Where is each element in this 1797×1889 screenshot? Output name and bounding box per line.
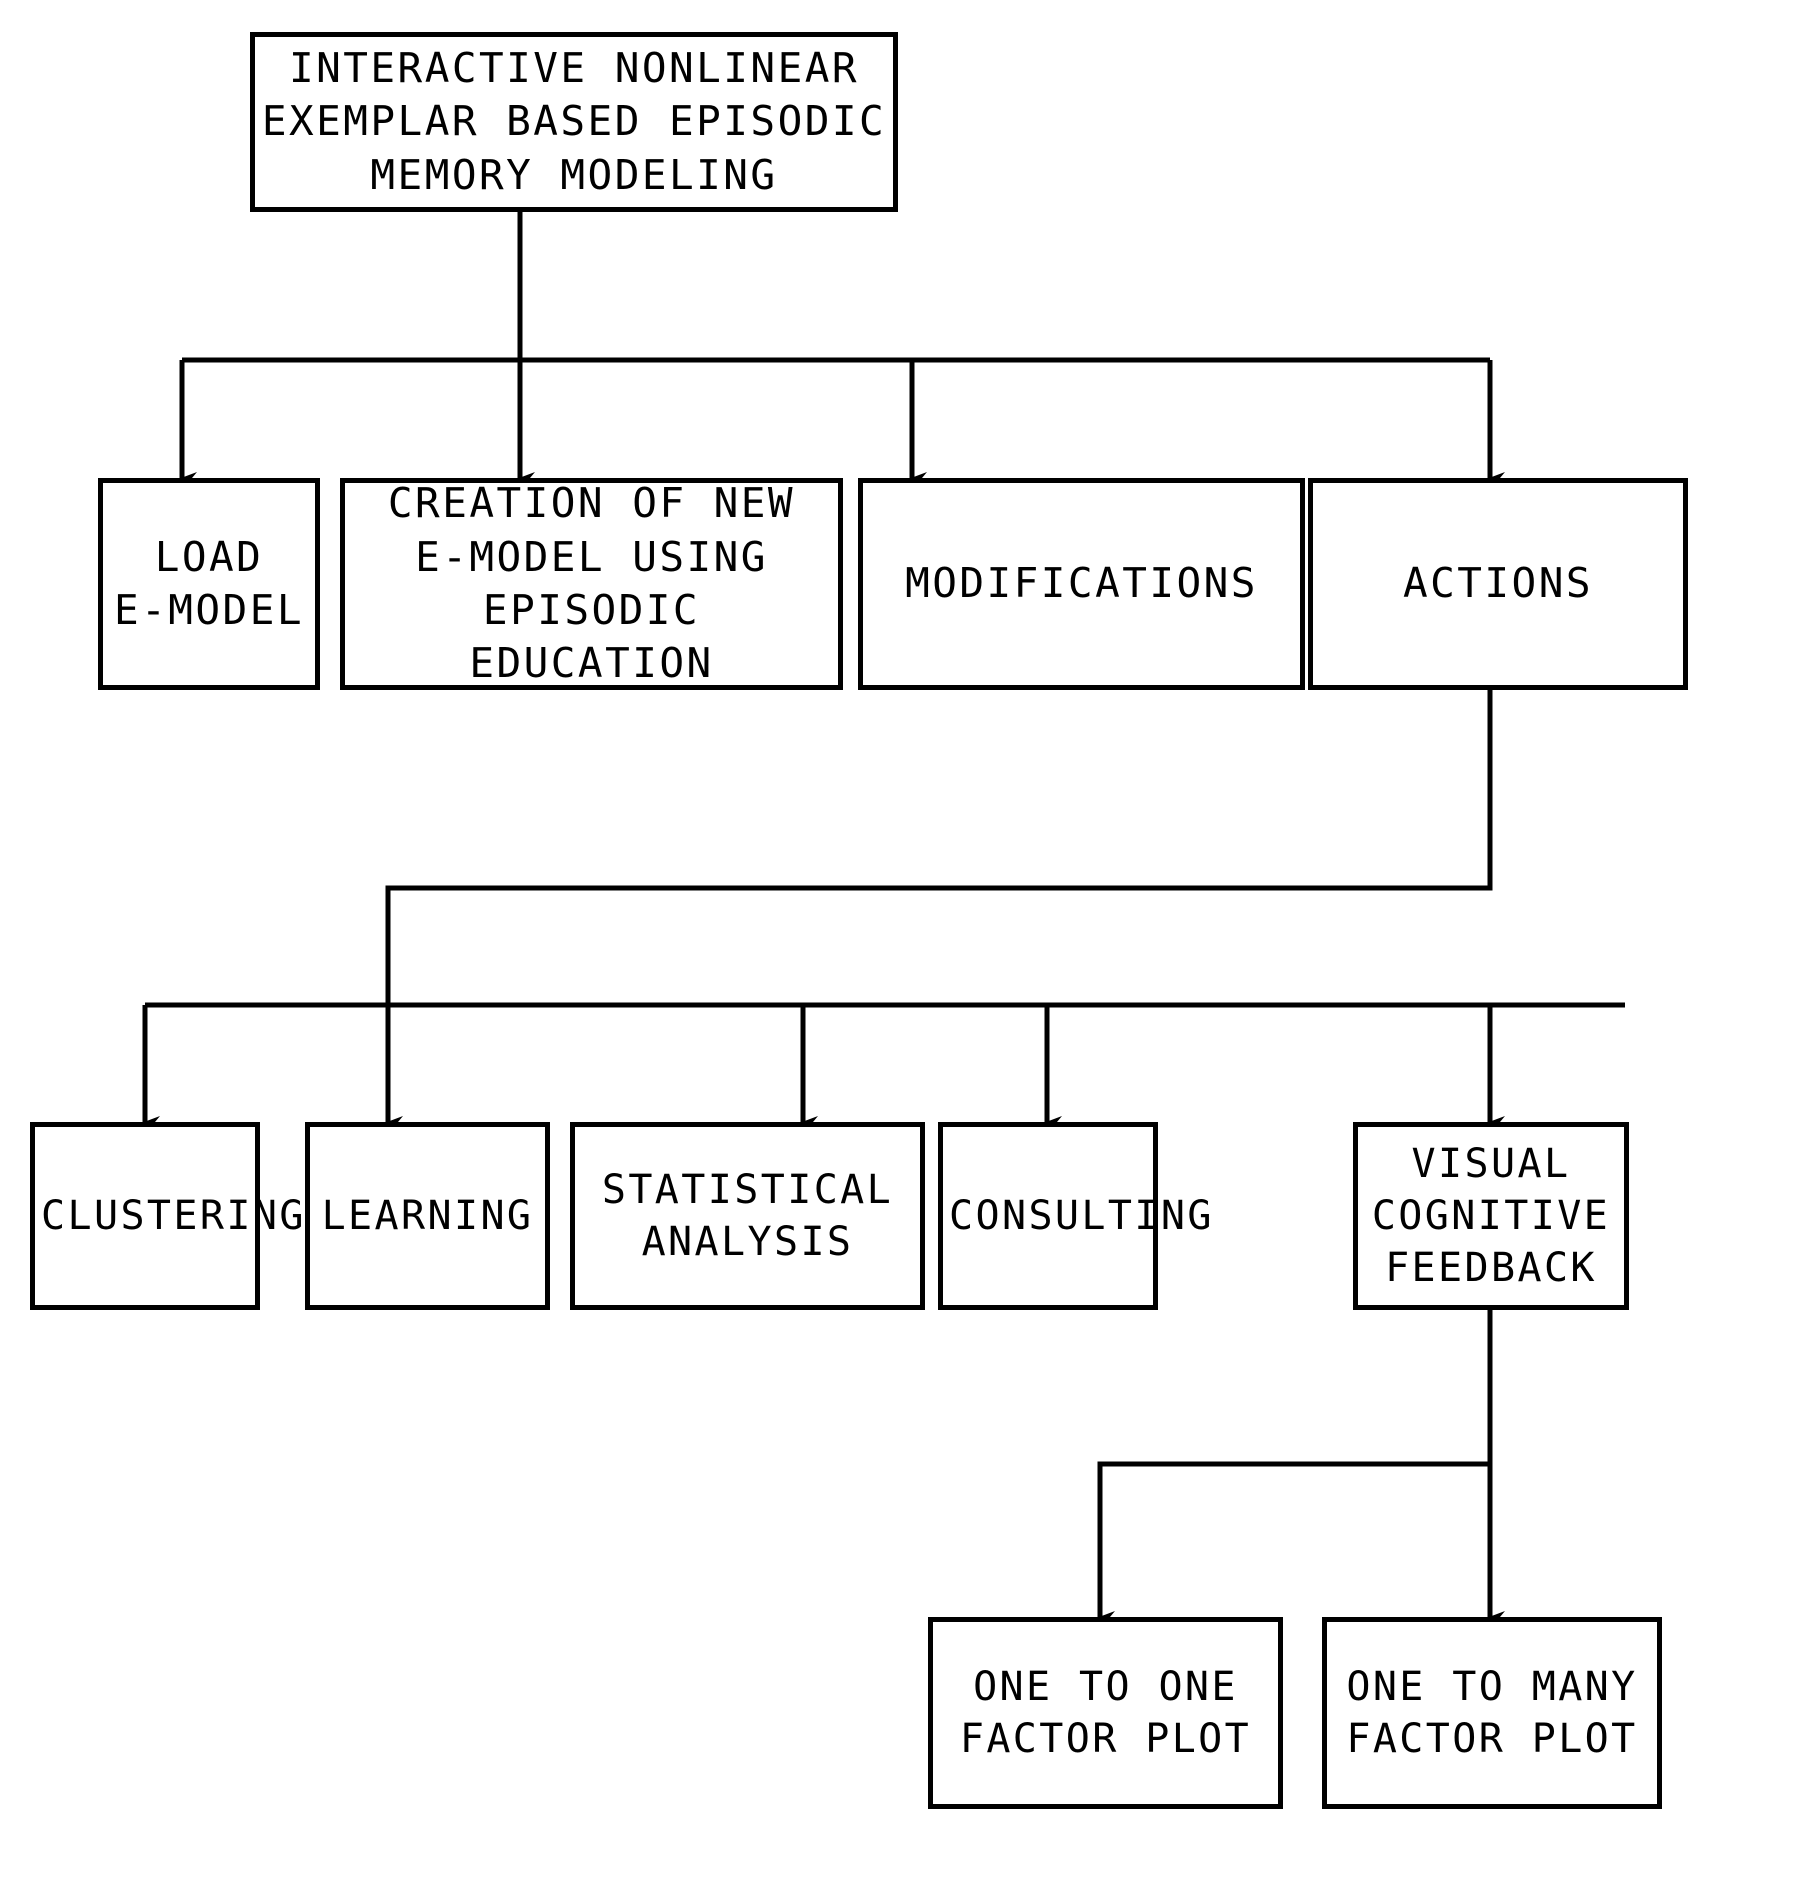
node-load-e-model[interactable]: LOAD E-MODEL	[98, 478, 320, 690]
node-root-label: INTERACTIVE NONLINEAR EXEMPLAR BASED EPI…	[261, 44, 887, 199]
node-one-to-one-factor-plot[interactable]: ONE TO ONE FACTOR PLOT	[928, 1617, 1283, 1809]
node-visual-cognitive-feedback[interactable]: VISUAL COGNITIVE FEEDBACK	[1353, 1122, 1629, 1310]
node-clustering-label: CLUSTERING	[41, 1193, 306, 1239]
node-root[interactable]: INTERACTIVE NONLINEAR EXEMPLAR BASED EPI…	[250, 32, 898, 212]
node-load-e-model-label: LOAD E-MODEL	[113, 532, 304, 634]
node-actions-label: ACTIONS	[1402, 559, 1593, 608]
node-creation[interactable]: CREATION OF NEW E-MODEL USING EPISODIC E…	[340, 478, 843, 690]
node-learning-label: LEARNING	[321, 1193, 534, 1239]
node-consulting-label: CONSULTING	[949, 1193, 1214, 1239]
node-statistical-analysis[interactable]: STATISTICAL ANALYSIS	[570, 1122, 925, 1310]
node-one-to-one-factor-plot-label: ONE TO ONE FACTOR PLOT	[959, 1664, 1252, 1762]
node-statistical-analysis-label: STATISTICAL ANALYSIS	[601, 1167, 894, 1265]
edge-actions-stem	[385, 688, 1493, 1005]
node-consulting[interactable]: CONSULTING	[938, 1122, 1214, 1310]
node-modifications[interactable]: MODIFICATIONS	[858, 478, 1305, 690]
node-creation-label: CREATION OF NEW E-MODEL USING EPISODIC E…	[387, 479, 796, 688]
edge-feedback-to-one-to-one	[1097, 1461, 1490, 1623]
node-one-to-many-factor-plot-label: ONE TO MANY FACTOR PLOT	[1346, 1664, 1638, 1762]
node-clustering[interactable]: CLUSTERING	[30, 1122, 306, 1310]
node-visual-cognitive-feedback-label: VISUAL COGNITIVE FEEDBACK	[1371, 1141, 1611, 1291]
connector-lines	[142, 212, 1625, 1623]
node-learning[interactable]: LEARNING	[305, 1122, 550, 1310]
flowchart-canvas: INTERACTIVE NONLINEAR EXEMPLAR BASED EPI…	[0, 0, 1797, 1889]
node-one-to-many-factor-plot[interactable]: ONE TO MANY FACTOR PLOT	[1322, 1617, 1662, 1809]
node-modifications-label: MODIFICATIONS	[905, 559, 1258, 608]
node-actions[interactable]: ACTIONS	[1308, 478, 1688, 690]
